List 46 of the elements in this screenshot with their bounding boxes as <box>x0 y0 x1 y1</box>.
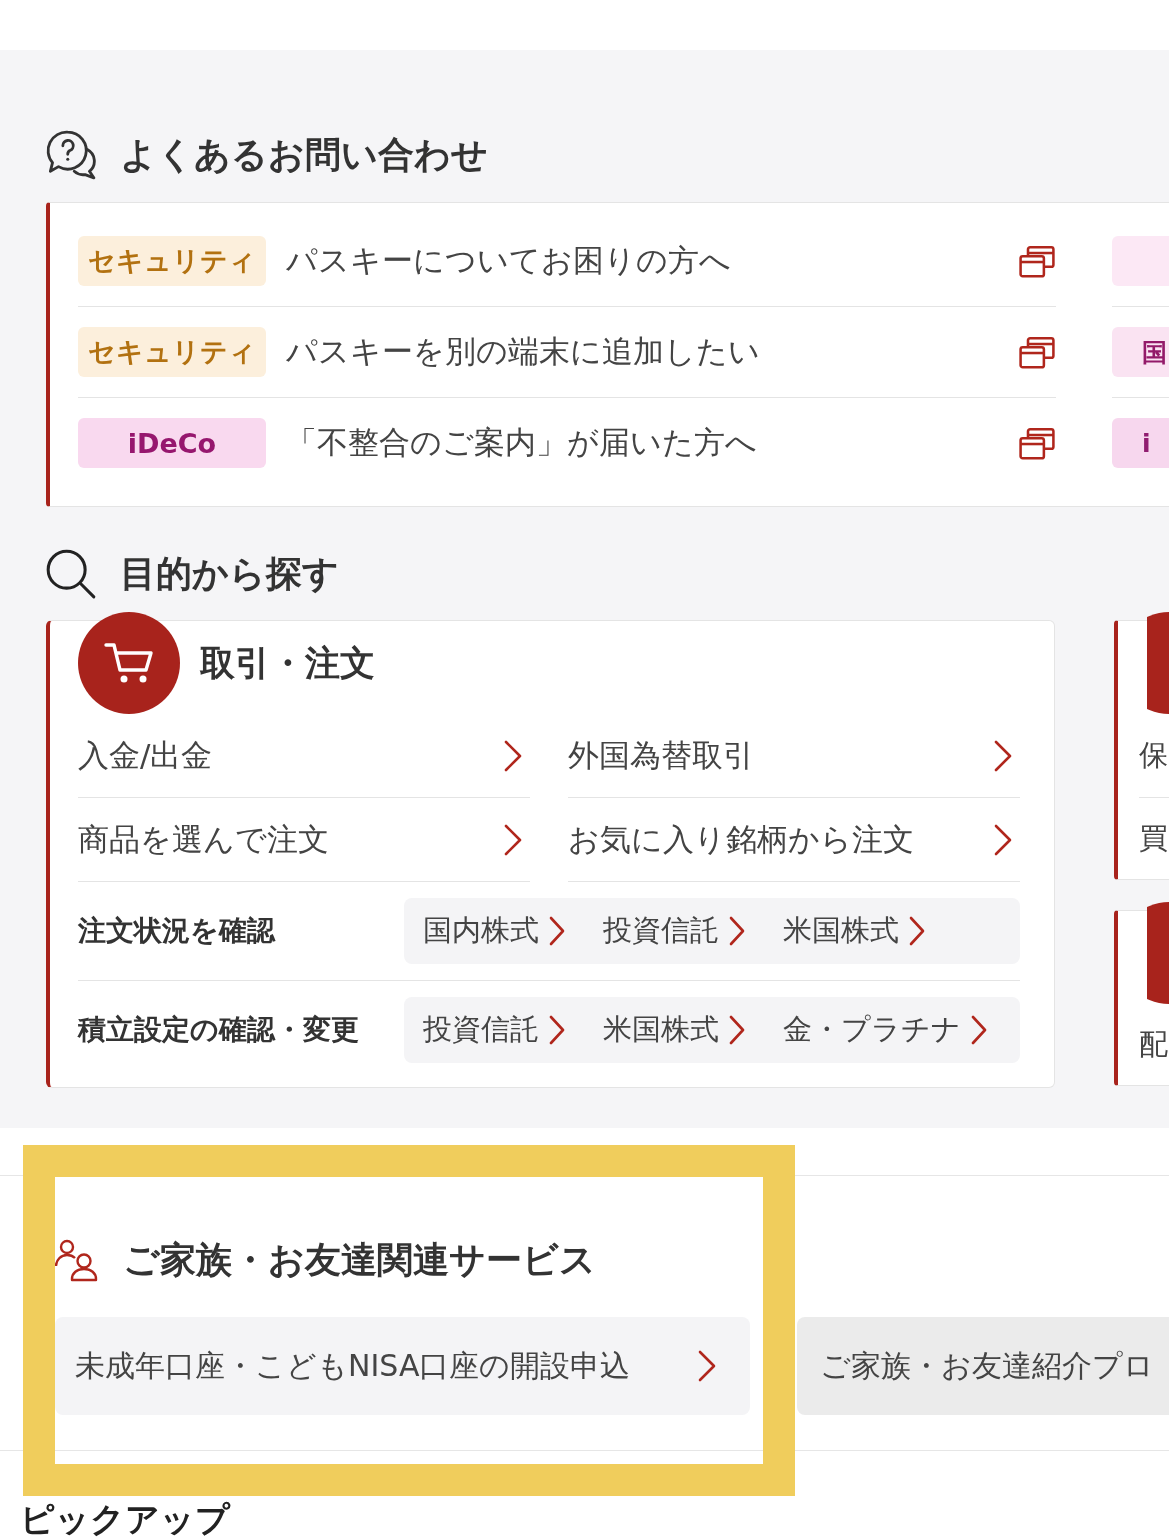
row-label: 積立設定の確認・変更 <box>78 1012 360 1048</box>
chevron-right-icon <box>971 1015 987 1045</box>
menu-link[interactable]: お気に入り銘柄から注文 <box>568 798 1020 882</box>
service-link-button[interactable]: 未成年口座・こどもNISA口座の開設申込 <box>55 1317 750 1415</box>
menu-link[interactable]: 入金/出金 <box>78 714 530 798</box>
section-title: 目的から探す <box>120 552 339 596</box>
menu-link[interactable]: 商品を選んで注文 <box>78 798 530 882</box>
chevron-right-icon <box>504 823 522 856</box>
question-bubbles-icon <box>46 130 96 180</box>
chevron-right-icon <box>994 823 1012 856</box>
chevron-right-icon <box>504 739 522 772</box>
card-title: 取引・注文 <box>200 641 375 685</box>
section-title: ピックアップ <box>20 1501 230 1539</box>
external-link-icon <box>1019 426 1055 460</box>
category-tag: セキュリティ <box>78 327 266 377</box>
section-title: ご家族・お友達関連サービス <box>123 1238 596 1282</box>
people-icon <box>55 1238 98 1282</box>
menu-link[interactable]: 金・プラチナ <box>783 1010 987 1050</box>
menu-link[interactable]: 米国株式 <box>783 911 925 951</box>
category-tag: i <box>1112 418 1169 468</box>
service-link-button[interactable]: ご家族・お友達紹介プロ <box>797 1317 1169 1415</box>
chevron-right-icon <box>549 916 565 946</box>
row-label: 注文状況を確認 <box>78 913 277 949</box>
menu-link[interactable]: 投資信託 <box>423 1010 565 1050</box>
chevron-right-icon <box>909 916 925 946</box>
chevron-right-icon <box>729 916 745 946</box>
menu-link[interactable]: 国内株式 <box>423 911 565 951</box>
chevron-right-icon <box>994 739 1012 772</box>
menu-link[interactable]: 投資信託 <box>603 911 745 951</box>
external-link-icon <box>1019 335 1055 369</box>
chevron-right-icon <box>729 1015 745 1045</box>
section-title: よくあるお問い合わせ <box>120 133 488 177</box>
category-tag: 国 <box>1112 327 1169 377</box>
search-icon <box>46 549 96 599</box>
menu-link[interactable]: 外国為替取引 <box>568 714 1020 798</box>
faq-link[interactable]: パスキーについてお困りの方へ <box>286 240 1019 282</box>
chevron-right-icon <box>549 1015 565 1045</box>
faq-link[interactable]: 「不整合のご案内」が届いた方へ <box>286 422 1019 464</box>
menu-link[interactable]: 配 <box>1139 1004 1169 1085</box>
menu-link[interactable]: 買 <box>1139 798 1169 879</box>
faq-link[interactable]: パスキーを別の端末に追加したい <box>286 331 1019 373</box>
category-tag: セキュリティ <box>78 236 266 286</box>
category-tag: iDeCo <box>78 418 266 468</box>
menu-link[interactable]: 保 <box>1139 714 1169 798</box>
menu-link[interactable]: 米国株式 <box>603 1010 745 1050</box>
external-link-icon <box>1019 244 1055 278</box>
